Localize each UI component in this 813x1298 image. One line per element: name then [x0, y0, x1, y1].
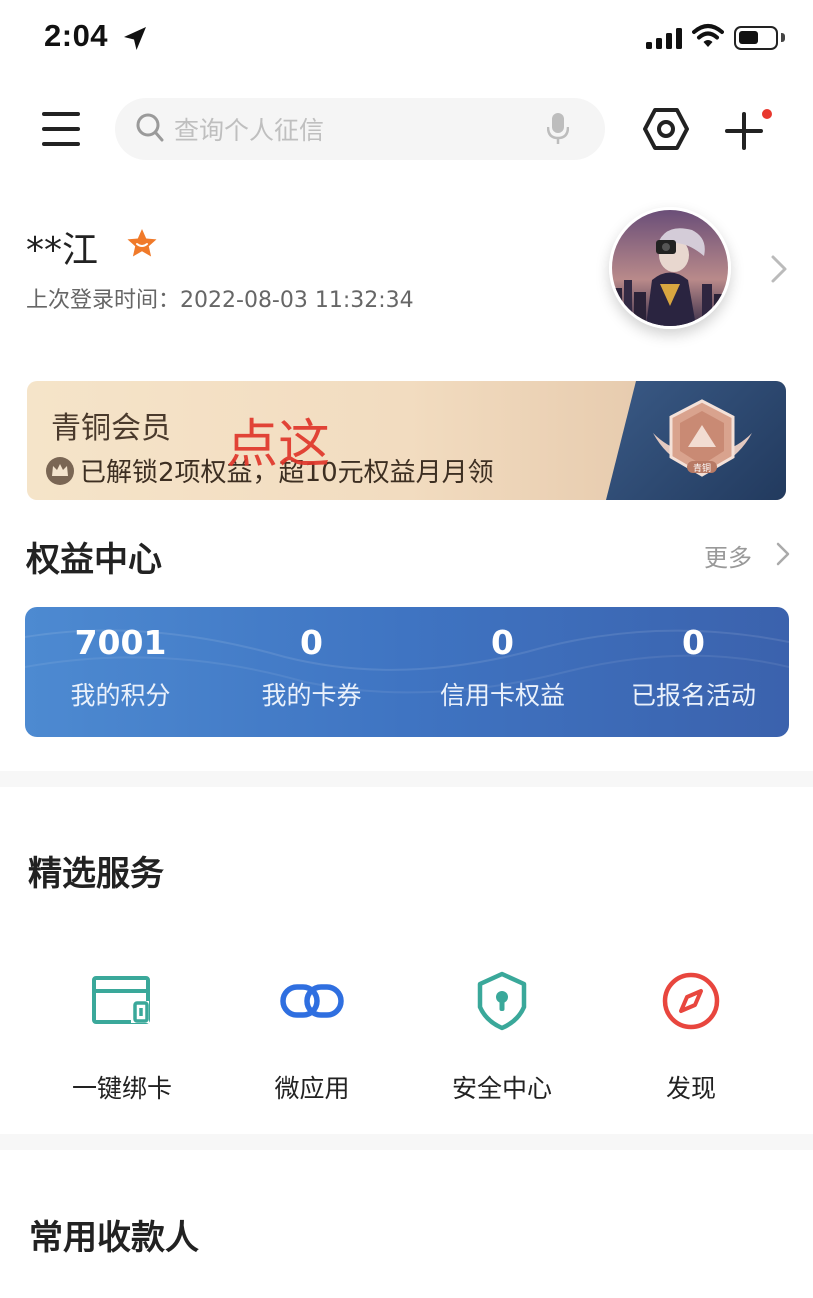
battery-tip — [781, 33, 785, 42]
crown-icon — [46, 457, 74, 485]
stat-registered-activities[interactable]: 0 已报名活动 — [598, 607, 789, 712]
link-icon — [280, 984, 344, 1018]
stat-value: 0 — [491, 623, 514, 662]
stat-label: 我的卡券 — [261, 681, 362, 710]
last-login-time: 上次登录时间：2022-08-03 11:32:34 — [26, 282, 414, 314]
profile-chevron-right-icon — [771, 255, 787, 283]
stat-points[interactable]: 7001 我的积分 — [25, 607, 216, 712]
service-security-center[interactable]: 安全中心 — [407, 965, 597, 1105]
section-divider — [0, 771, 813, 787]
service-label: 一键绑卡 — [71, 1074, 172, 1103]
last-login-label: 上次登录时间： — [26, 288, 181, 313]
service-discover[interactable]: 发现 — [596, 965, 786, 1105]
signal-icon — [646, 27, 682, 49]
status-time: 2:04 — [44, 18, 109, 53]
stat-value: 7001 — [74, 623, 167, 662]
service-label: 微应用 — [274, 1074, 350, 1103]
battery-icon — [734, 26, 778, 50]
more-chevron-icon — [776, 542, 790, 566]
settings-hex-icon[interactable] — [643, 107, 689, 151]
stat-label: 已报名活动 — [630, 681, 756, 710]
add-icon[interactable] — [724, 111, 764, 151]
payees-title: 常用收款人 — [29, 1218, 199, 1258]
shield-icon — [477, 971, 527, 1031]
avatar[interactable] — [609, 207, 731, 329]
stat-credit-card-rights[interactable]: 0 信用卡权益 — [407, 607, 598, 712]
bind-card-icon — [92, 976, 150, 1024]
last-login-value: 2022-08-03 11:32:34 — [180, 288, 414, 313]
member-level-title: 青铜会员 — [51, 411, 171, 446]
menu-icon[interactable] — [40, 110, 82, 148]
star-icon — [127, 229, 157, 257]
stat-label: 信用卡权益 — [439, 681, 565, 710]
service-bind-card[interactable]: 一键绑卡 — [27, 965, 217, 1105]
microphone-icon[interactable] — [547, 112, 569, 146]
bronze-badge-icon: 青铜 — [653, 399, 752, 477]
stat-value: 0 — [682, 623, 705, 662]
stat-coupons[interactable]: 0 我的卡券 — [216, 607, 407, 712]
compass-icon — [662, 972, 720, 1030]
rights-center-title: 权益中心 — [26, 540, 162, 580]
search-placeholder: 查询个人征信 — [174, 116, 325, 145]
avatar-illustration — [612, 210, 728, 326]
services-title: 精选服务 — [28, 854, 164, 894]
more-link[interactable]: 更多 — [704, 538, 752, 573]
stat-label: 我的积分 — [70, 681, 171, 710]
rights-card: 7001 我的积分 0 我的卡券 0 信用卡权益 0 已报名活动 — [25, 607, 789, 737]
badge-label: 青铜 — [693, 462, 711, 474]
search-icon — [136, 113, 164, 142]
click-here-overlay: 点这 — [226, 415, 331, 475]
service-label: 安全中心 — [451, 1074, 552, 1103]
user-name: **江 — [26, 230, 99, 271]
location-arrow-icon — [124, 27, 146, 50]
notification-dot — [762, 109, 772, 119]
stat-value: 0 — [300, 623, 323, 662]
wifi-icon — [692, 24, 724, 47]
section-divider — [0, 1134, 813, 1150]
service-micro-app[interactable]: 微应用 — [217, 965, 407, 1105]
service-label: 发现 — [665, 1074, 716, 1103]
